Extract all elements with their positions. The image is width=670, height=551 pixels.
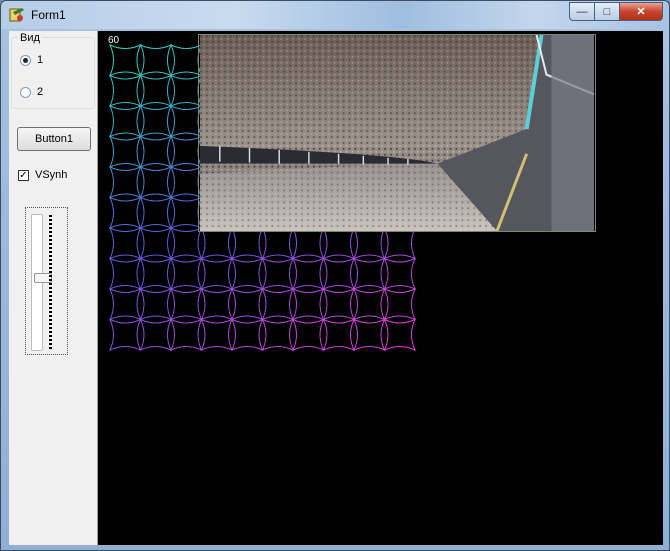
control-panel: Вид 1 2 Button1 ✓ VSynh <box>9 31 98 545</box>
pattern-cell <box>169 196 203 230</box>
pattern-cell <box>291 318 325 352</box>
pattern-cell <box>169 135 203 169</box>
pattern-cell <box>291 257 325 291</box>
pattern-cell <box>261 226 295 260</box>
pattern-cell <box>383 257 417 291</box>
pattern-cell <box>261 318 295 352</box>
maximize-button[interactable]: □ <box>594 2 620 21</box>
pattern-cell <box>108 196 142 230</box>
radio-button-2[interactable] <box>20 86 31 98</box>
app-icon <box>9 8 24 22</box>
pattern-cell <box>108 104 142 138</box>
title-bar[interactable]: Form1 — □ ✕ <box>1 1 669 29</box>
pattern-cell <box>139 257 173 291</box>
pattern-cell <box>230 287 264 321</box>
pattern-cell <box>352 287 386 321</box>
client-area: Вид 1 2 Button1 ✓ VSynh 60 <box>9 31 663 545</box>
pattern-cell <box>322 318 356 352</box>
trackbar-ticks <box>49 215 52 349</box>
pattern-cell <box>139 135 173 169</box>
pattern-cell <box>261 287 295 321</box>
pattern-cell <box>139 43 173 77</box>
pattern-cell <box>108 74 142 108</box>
pattern-cell <box>139 74 173 108</box>
pattern-cell <box>291 287 325 321</box>
pattern-cell <box>230 257 264 291</box>
pattern-cell <box>139 104 173 138</box>
pattern-cell <box>139 318 173 352</box>
pattern-cell <box>169 226 203 260</box>
pattern-cell <box>352 257 386 291</box>
pattern-cell <box>383 287 417 321</box>
pattern-cell <box>322 226 356 260</box>
pattern-cell <box>169 43 203 77</box>
pattern-cell <box>230 318 264 352</box>
pattern-cell <box>230 226 264 260</box>
pattern-cell <box>108 318 142 352</box>
vertical-trackbar[interactable] <box>25 207 68 355</box>
pattern-cell <box>108 226 142 260</box>
button1[interactable]: Button1 <box>17 127 91 151</box>
pattern-cell <box>291 226 325 260</box>
radio-label-1: 1 <box>37 54 44 66</box>
pattern-cell <box>139 287 173 321</box>
pattern-cell <box>200 287 234 321</box>
pattern-cell <box>139 226 173 260</box>
maximize-icon: □ <box>603 5 611 18</box>
minimize-icon: — <box>576 5 588 18</box>
pattern-cell <box>261 257 295 291</box>
pattern-cell <box>169 104 203 138</box>
pattern-cell <box>169 165 203 199</box>
vsync-label: VSynh <box>35 169 68 181</box>
fps-counter: 60 <box>108 35 120 46</box>
groupbox-label: Вид <box>18 32 42 44</box>
pattern-cell <box>383 318 417 352</box>
pattern-cell <box>169 287 203 321</box>
render-canvas[interactable]: 60 <box>98 31 663 545</box>
pattern-cell <box>108 135 142 169</box>
vsync-checkbox[interactable]: ✓ <box>18 169 29 181</box>
pattern-cell <box>108 43 142 77</box>
radio-label-2: 2 <box>37 86 44 98</box>
radio-selected-dot <box>23 57 28 63</box>
vsync-checkbox-row[interactable]: ✓ VSynh <box>18 169 67 181</box>
trackbar-groove[interactable] <box>31 214 52 351</box>
minimize-button[interactable]: — <box>569 2 595 21</box>
close-icon: ✕ <box>636 6 646 18</box>
pattern-cell <box>139 165 173 199</box>
caption-buttons: — □ ✕ <box>569 2 663 22</box>
pattern-cell <box>108 287 142 321</box>
pattern-cell <box>322 257 356 291</box>
pattern-cell <box>169 257 203 291</box>
pattern-cell <box>352 318 386 352</box>
main-window: Form1 — □ ✕ Вид 1 2 Button1 ✓ VSynh 60 <box>0 0 670 551</box>
pattern-cell <box>139 196 173 230</box>
pattern-cell <box>108 165 142 199</box>
radio-option-2[interactable]: 2 <box>20 86 43 98</box>
pattern-cell <box>169 74 203 108</box>
radio-button-1[interactable] <box>20 54 31 66</box>
window-title: Form1 <box>31 8 66 22</box>
pattern-cell <box>200 318 234 352</box>
pattern-cell <box>383 226 417 260</box>
pattern-cell <box>169 318 203 352</box>
close-button[interactable]: ✕ <box>619 2 663 21</box>
radio-option-1[interactable]: 1 <box>20 54 43 66</box>
pattern-cell <box>352 226 386 260</box>
pattern-cell <box>108 257 142 291</box>
view-groupbox: Вид 1 2 <box>11 32 95 109</box>
pattern-cell <box>200 257 234 291</box>
textured-photo <box>198 34 596 232</box>
pattern-cell <box>322 287 356 321</box>
pattern-cell <box>200 226 234 260</box>
